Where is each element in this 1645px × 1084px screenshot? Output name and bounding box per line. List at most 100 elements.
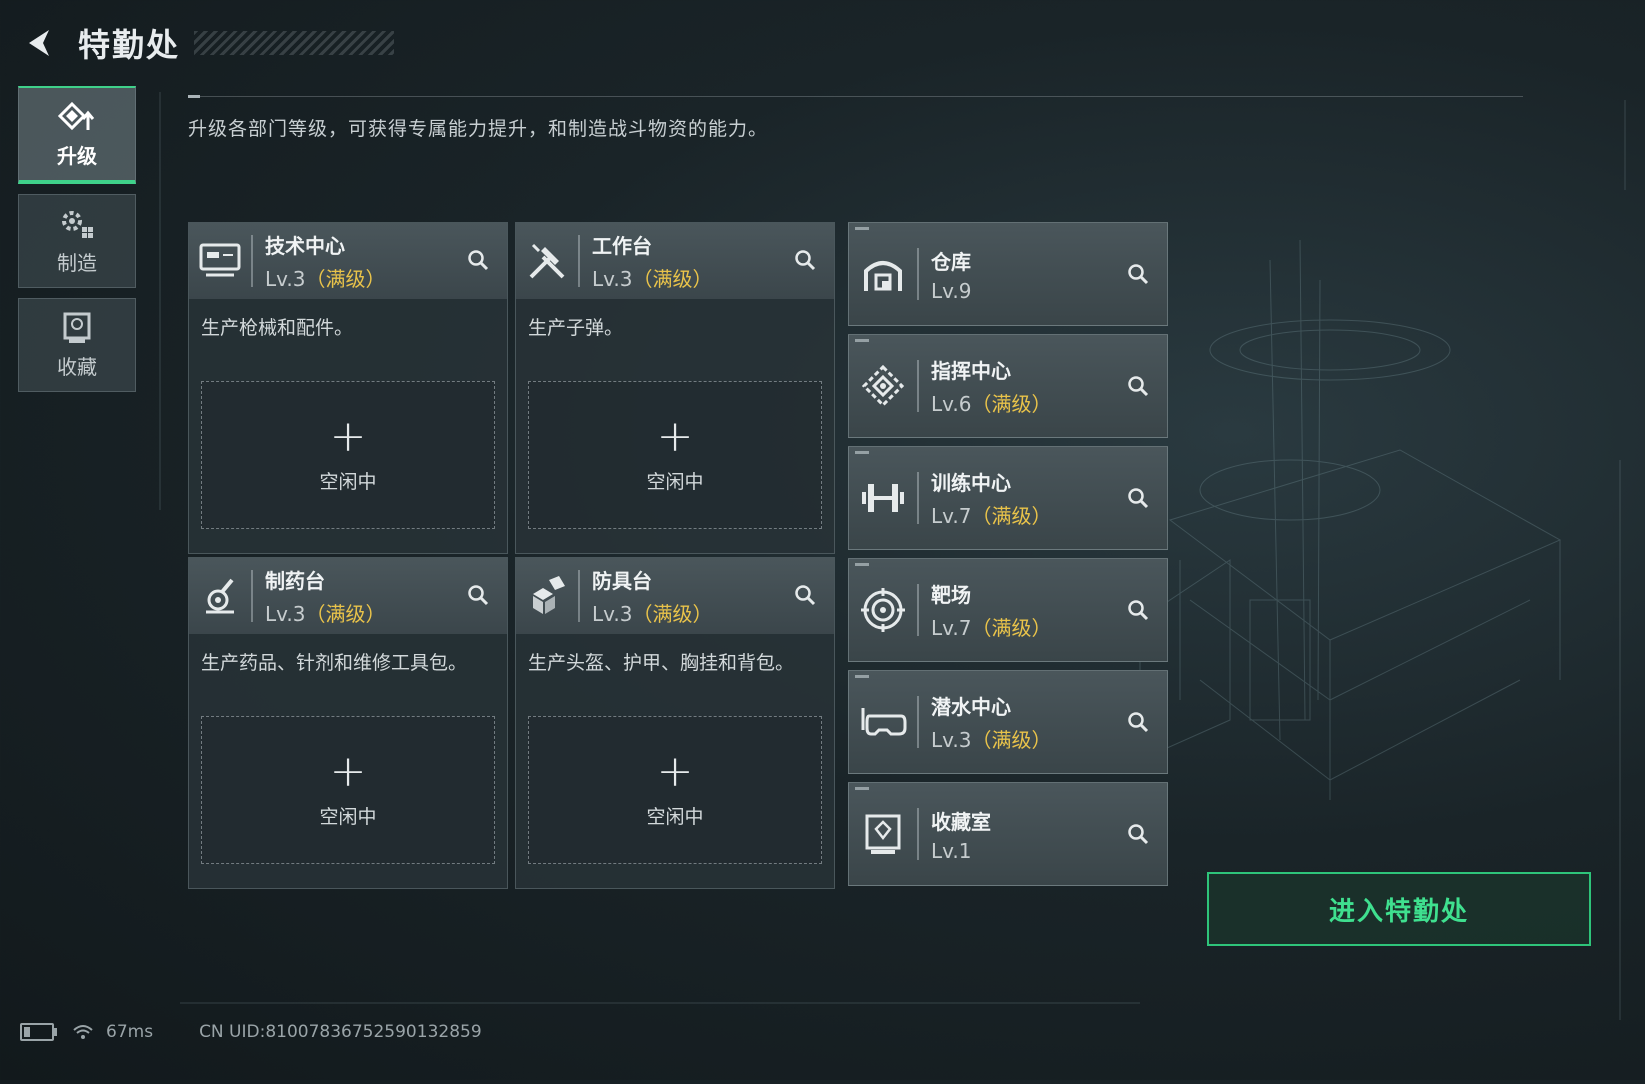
inspect-button[interactable] [788, 243, 822, 277]
slot-status: 空闲中 [319, 470, 377, 493]
inspect-button[interactable] [788, 578, 822, 612]
inspect-button[interactable] [1121, 481, 1155, 515]
facility-level: Lv.7（满级） [931, 500, 1052, 529]
shooting-range-icon [849, 559, 917, 661]
back-arrow-icon [29, 30, 49, 56]
facility-card-warehouse[interactable]: 仓库 Lv.9 [848, 222, 1168, 326]
max-level-tag: （满级） [971, 616, 1052, 640]
corner-tag [855, 451, 869, 454]
production-slot[interactable]: + 空闲中 [201, 716, 495, 864]
inspect-button[interactable] [1121, 593, 1155, 627]
separator [917, 360, 919, 412]
card-header: 技术中心 Lv.3（满级） [189, 223, 507, 299]
level-value: Lv.3 [592, 602, 633, 626]
facility-card-command-center[interactable]: 指挥中心 Lv.6（满级） [848, 334, 1168, 438]
facility-level: Lv.3（满级） [931, 724, 1052, 753]
facility-name: 工作台 [592, 234, 652, 258]
facility-name: 防具台 [592, 569, 652, 593]
level-value: Lv.3 [265, 602, 306, 626]
facility-description: 生产子弹。 [528, 317, 624, 339]
add-icon: + [329, 745, 367, 797]
level-value: Lv.7 [931, 616, 972, 640]
inspect-button[interactable] [461, 578, 495, 612]
card-header: 工作台 Lv.3（满级） [516, 223, 834, 299]
gears-icon [62, 210, 93, 238]
level-value: Lv.3 [265, 267, 306, 291]
facility-level: Lv.9 [931, 279, 972, 303]
max-level-tag: （满级） [305, 602, 386, 626]
facility-level: Lv.3（满级） [592, 598, 713, 627]
max-level-tag: （满级） [632, 267, 713, 291]
level-value: Lv.9 [931, 278, 972, 303]
production-slot[interactable]: + 空闲中 [201, 381, 495, 529]
search-icon [468, 585, 489, 606]
facility-card-training-center[interactable]: 训练中心 Lv.7（满级） [848, 446, 1168, 550]
corner-tag [855, 675, 869, 678]
slot-status: 空闲中 [646, 805, 704, 828]
level-value: Lv.1 [931, 838, 972, 863]
production-card-pharmacy: 制药台 Lv.3（满级） 生产药品、针剂和维修工具包。 + 空闲中 [188, 557, 508, 889]
corner-tag [855, 563, 869, 566]
search-icon [1128, 824, 1149, 845]
facility-name: 制药台 [265, 569, 325, 593]
warehouse-icon [849, 223, 917, 325]
facility-name: 潜水中心 [931, 695, 1011, 719]
ping-value: 67ms [106, 1022, 154, 1042]
side-nav: 升级 制造 收藏 [18, 86, 136, 402]
add-icon: + [329, 410, 367, 462]
nav-item-manufacture[interactable]: 制造 [18, 194, 136, 288]
facility-level: Lv.6（满级） [931, 388, 1052, 417]
facility-card-shooting-range[interactable]: 靶场 Lv.7（满级） [848, 558, 1168, 662]
production-slot[interactable]: + 空闲中 [528, 716, 822, 864]
separator [578, 235, 580, 287]
facility-description: 生产药品、针剂和维修工具包。 [201, 652, 468, 674]
inspect-button[interactable] [1121, 817, 1155, 851]
separator [917, 808, 919, 860]
user-uid: CN UID:810078367525901328​59 [199, 1022, 482, 1042]
title-decoration [194, 31, 395, 55]
search-icon [1128, 376, 1149, 397]
separator [917, 472, 919, 524]
facility-level: Lv.3（满级） [592, 263, 713, 292]
facility-name: 训练中心 [931, 471, 1011, 495]
back-button[interactable] [20, 23, 60, 63]
max-level-tag: （满级） [971, 504, 1052, 528]
inspect-button[interactable] [1121, 257, 1155, 291]
separator [251, 235, 253, 287]
production-card-workbench: 工作台 Lv.3（满级） 生产子弹。 + 空闲中 [515, 222, 835, 554]
facility-level: Lv.3（满级） [265, 598, 386, 627]
status-bar: 67ms CN UID:810078367525901328​59 [20, 1022, 482, 1042]
separator [917, 696, 919, 748]
armor-bench-icon [516, 558, 578, 634]
search-icon [468, 250, 489, 271]
corner-tag [855, 227, 869, 230]
facility-name: 技术中心 [265, 234, 345, 258]
enter-special-ops-button[interactable]: 进入特勤处 [1207, 872, 1591, 946]
facility-card-collection-room[interactable]: 收藏室 Lv.1 [848, 782, 1168, 886]
add-icon: + [656, 410, 694, 462]
tech-center-icon [189, 223, 251, 299]
nav-label-manufacture: 制造 [57, 250, 97, 275]
divider [188, 95, 1523, 98]
search-icon [795, 585, 816, 606]
search-icon [1128, 712, 1149, 733]
facility-description: 生产头盔、护甲、胸挂和背包。 [528, 652, 795, 674]
production-card-armor-bench: 防具台 Lv.3（满级） 生产头盔、护甲、胸挂和背包。 + 空闲中 [515, 557, 835, 889]
inspect-button[interactable] [461, 243, 495, 277]
nav-item-upgrade[interactable]: 升级 [18, 86, 136, 184]
max-level-tag: （满级） [632, 602, 713, 626]
search-icon [1128, 600, 1149, 621]
inspect-button[interactable] [1121, 705, 1155, 739]
nav-item-collection[interactable]: 收藏 [18, 298, 136, 392]
workbench-icon [516, 223, 578, 299]
facility-card-diving-center[interactable]: 潜水中心 Lv.3（满级） [848, 670, 1168, 774]
production-slot[interactable]: + 空闲中 [528, 381, 822, 529]
add-icon: + [656, 745, 694, 797]
max-level-tag: （满级） [971, 728, 1052, 752]
max-level-tag: （满级） [305, 267, 386, 291]
nav-label-collection: 收藏 [57, 354, 97, 379]
facility-description: 生产枪械和配件。 [201, 317, 354, 339]
command-center-icon [849, 335, 917, 437]
inspect-button[interactable] [1121, 369, 1155, 403]
level-value: Lv.6 [931, 392, 972, 416]
